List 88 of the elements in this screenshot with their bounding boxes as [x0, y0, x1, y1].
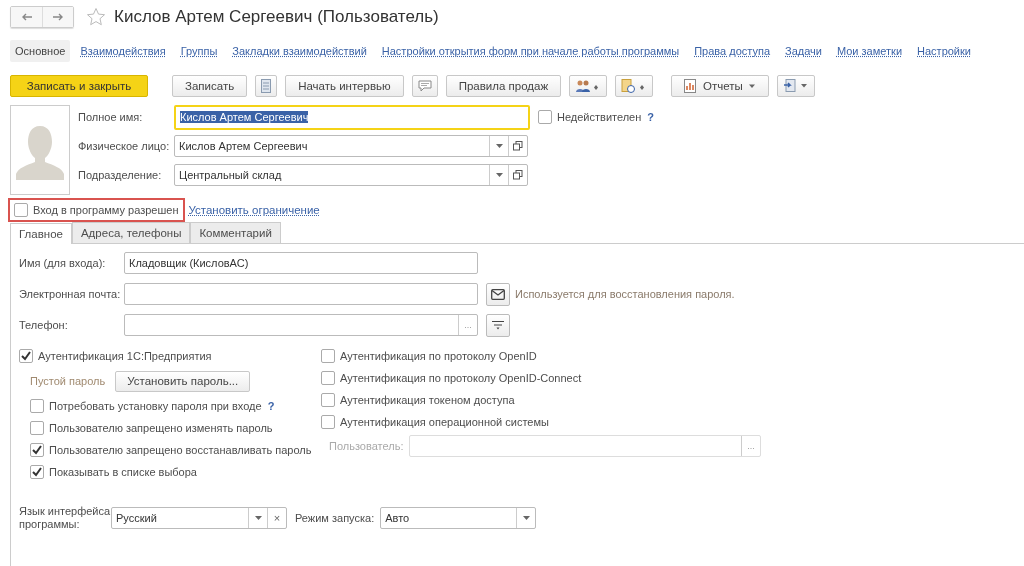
checkbox-label: Вход в программу разрешен	[33, 204, 179, 216]
section-link[interactable]: Задачи	[780, 40, 827, 62]
report-icon	[684, 79, 699, 93]
field-label: Режим запуска:	[295, 512, 375, 524]
interview-button[interactable]: Начать интервью	[285, 75, 404, 97]
set-password-button[interactable]: Установить пароль...	[115, 370, 251, 392]
section-link[interactable]: Настройки открытия форм при начале работы программы	[376, 40, 685, 62]
export-menu-button[interactable]	[776, 75, 815, 97]
speech-bubble-icon	[417, 80, 432, 92]
checkbox-label: Аутентификация по протоколу OpenID-Connect	[340, 372, 582, 384]
tab[interactable]: Комментарий	[190, 222, 281, 243]
checkbox-label: Аутентификация 1С:Предприятия	[38, 350, 212, 362]
field-label: Электронная почта:	[19, 288, 122, 300]
section-link[interactable]: Группы	[175, 40, 223, 62]
checkbox[interactable]	[30, 421, 44, 435]
section-link[interactable]: Мои заметки	[831, 40, 908, 62]
document-button[interactable]	[255, 75, 278, 97]
language-field[interactable]: Русский ×	[111, 507, 287, 529]
field-label: Полное имя:	[78, 111, 144, 123]
checkbox-label: Аутентификация по протоколу OpenID	[340, 350, 537, 362]
window-title: Кислов Артем Сергеевич (Пользователь)	[114, 7, 439, 27]
save-and-close-button[interactable]: Записать и закрыть	[10, 75, 148, 97]
email-field[interactable]	[124, 283, 478, 305]
open-window-icon	[513, 170, 523, 180]
dropdown-icon	[254, 515, 262, 521]
document-menu-button[interactable]	[615, 75, 654, 97]
document-icon	[261, 79, 272, 93]
checkbox[interactable]	[14, 203, 28, 217]
right-arrow-icon	[52, 13, 64, 21]
checkbox-label: Пользователю запрещено восстанавливать пароль	[49, 444, 312, 456]
login-name-field[interactable]: Кладовщик (КисловАС)	[124, 252, 478, 274]
status-text: Пустой пароль	[30, 375, 106, 387]
email-button[interactable]	[486, 282, 510, 306]
section-link[interactable]: Взаимодействия	[75, 40, 171, 62]
help-link[interactable]: ?	[647, 111, 655, 123]
checkbox-label: Недействителен	[557, 111, 642, 123]
checkbox[interactable]	[30, 443, 44, 457]
checkbox[interactable]	[321, 349, 335, 363]
document-arrow-icon	[782, 79, 809, 93]
full-name-field[interactable]: Кислов Артем Сергеевич	[174, 104, 530, 130]
caret-icon	[747, 83, 756, 89]
checkbox[interactable]	[30, 465, 44, 479]
tab[interactable]: Главное	[10, 223, 72, 244]
section-link[interactable]: Закладки взаимодействий	[227, 40, 372, 62]
checkbox-label: Потребовать установку пароля при входе	[49, 400, 262, 412]
section-link[interactable]: Основное	[10, 40, 71, 62]
checkbox-label: Показывать в списке выбора	[49, 466, 197, 478]
dropdown-icon	[495, 172, 503, 178]
dropdown-icon	[495, 143, 503, 149]
person-field[interactable]: Кислов Артем Сергеевич	[174, 135, 528, 157]
checkbox-label: Аутентификация токеном доступа	[340, 394, 515, 406]
save-button[interactable]: Записать	[172, 75, 248, 97]
field-label: Подразделение:	[78, 169, 163, 181]
checkbox-label: Аутентификация операционной системы	[340, 416, 549, 428]
checkbox[interactable]	[538, 110, 552, 124]
checkbox[interactable]	[19, 349, 33, 363]
reports-button[interactable]: Отчеты	[671, 75, 769, 97]
lines-icon	[491, 320, 505, 330]
envelope-icon	[491, 288, 505, 300]
department-field[interactable]: Центральный склад	[174, 164, 528, 186]
run-mode-field[interactable]: Авто	[380, 507, 537, 529]
phone-options-button[interactable]	[486, 313, 510, 337]
checkbox[interactable]	[321, 393, 335, 407]
back-button[interactable]	[11, 7, 42, 27]
set-restriction-link[interactable]: Установить ограничение	[188, 204, 320, 216]
sales-rules-button[interactable]: Правила продаж	[445, 75, 562, 97]
open-window-icon	[513, 141, 523, 151]
checkbox[interactable]	[30, 399, 44, 413]
hint-text: Используется для восстановления пароля.	[515, 288, 735, 300]
field-label: Физическое лицо:	[78, 140, 171, 152]
field-label: Имя (для входа):	[19, 257, 107, 269]
checkbox[interactable]	[321, 415, 335, 429]
section-link[interactable]: Настройки	[912, 40, 976, 62]
dropdown-icon	[522, 515, 530, 521]
help-link[interactable]: ?	[267, 400, 275, 412]
forward-button[interactable]	[42, 7, 73, 27]
section-link[interactable]: Права доступа	[689, 40, 775, 62]
field-label: Телефон:	[19, 319, 69, 331]
left-arrow-icon	[20, 13, 33, 21]
checkbox-label: Пользователю запрещено изменять пароль	[49, 422, 273, 434]
field-label: Язык интерфейса программы:	[19, 505, 111, 531]
comment-button[interactable]	[411, 75, 438, 97]
field-value: Кислов Артем Сергеевич	[180, 111, 309, 123]
checkbox[interactable]	[321, 371, 335, 385]
users-menu-button[interactable]	[569, 75, 608, 97]
field-label: Пользователь:	[329, 440, 405, 452]
tab[interactable]: Адреса, телефоны	[71, 222, 191, 243]
star-icon[interactable]	[86, 7, 106, 27]
